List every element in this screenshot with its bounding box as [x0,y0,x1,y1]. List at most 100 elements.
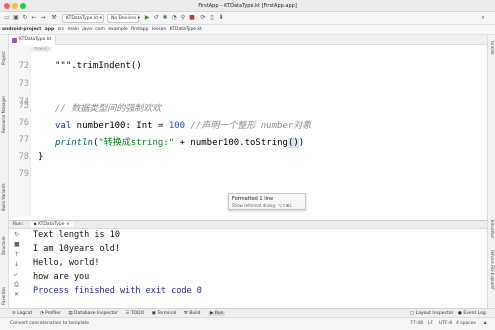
code-expression: + number100.toString [174,138,288,148]
breadcrumb-item[interactable]: lesson [152,27,166,32]
main-toolbar: ▭ ▣ ↻ ← → ⚒ KTDataType.kt ▾ No Devices ▾… [0,12,495,25]
breadcrumb-item[interactable]: KTDataType.kt [170,27,202,32]
run-config-name: KTDataType [38,222,65,227]
database-inspector-tab[interactable]: ▤ Database Inspector [68,311,118,316]
print-icon[interactable]: ⎙ [14,281,19,289]
avd-manager-icon[interactable]: ▯ [209,15,215,21]
close-window-button[interactable] [4,3,10,9]
event-log-label: Event Log [463,311,486,316]
terminal-label: Terminal [157,311,177,316]
logcat-label: Logcat [17,311,33,316]
stop-icon[interactable]: ■ [14,241,20,248]
forward-icon[interactable]: → [40,15,46,21]
code-editor[interactable]: main() 72 """.trimIndent() 73 74 75 // 数… [9,45,487,217]
code-paren-highlight: () [287,138,299,148]
left-tool-strip: Project Resource Manager Structure Build… [0,35,9,322]
gradle-sync-icon[interactable]: ⟳ [200,15,206,21]
breadcrumb-item[interactable]: firstapp [131,27,148,32]
code-operator: = [152,121,169,131]
rerun-icon[interactable]: ↻ [14,231,19,238]
breadcrumb-item[interactable]: android-project [2,27,41,32]
scroll-up-icon[interactable]: ↑ [14,251,19,258]
tooltip-hint[interactable]: Show reformat dialog: ⌥⇧⌘L [232,203,302,208]
code-line: // 数据类型间的强制欢欢 [55,101,161,114]
device-label: No Devices [111,16,137,21]
kotlin-file-icon [12,38,17,43]
breadcrumb-item[interactable]: src [58,27,65,32]
breadcrumb-item[interactable]: app [45,27,54,32]
breadcrumb-item[interactable]: example [108,27,127,32]
zoom-window-button[interactable] [20,3,26,9]
scroll-down-icon[interactable]: ↓ [14,261,19,268]
line-number: 76 [18,118,29,128]
line-number: 79 [18,169,29,179]
code-paren: ) [298,138,305,148]
logcat-tab[interactable]: ≡ Logcat [12,311,32,316]
run-label: Run: [13,222,24,227]
lock-icon[interactable]: 🔒︎ [484,318,486,329]
window-title-bar: FirstApp – KTDataType.kt [FirstApp.app] [0,0,495,12]
editor-tab-bar: KTDataType.kt [9,35,487,45]
code-text: } [38,152,44,162]
console-line: Text length is 10 [33,230,120,240]
indent-setting[interactable]: 4 spaces [456,318,476,329]
save-icon[interactable]: ▣ [13,15,19,21]
line-number: 73 [18,79,29,89]
run-tab[interactable]: ▶ Run [207,311,226,316]
run-console[interactable]: ↻ ■ ↑ ↓ ⤶ ⎙ ✕ Text length is 10 I am 10y… [9,229,487,313]
run-config-select[interactable]: KTDataType.kt ▾ [62,14,104,23]
code-line: } [38,152,43,162]
stop-icon[interactable]: ■ [189,15,195,21]
apply-changes-icon[interactable]: ↺ [153,15,159,21]
status-bar: Convert concatenation to template 77:48 … [0,317,495,330]
attach-debugger-icon[interactable]: ⚲ [180,15,186,21]
file-encoding[interactable]: UTF-8 [439,318,452,329]
back-icon[interactable]: ← [31,15,37,21]
line-separator[interactable]: LF [428,318,433,329]
line-number: 78 [18,152,29,162]
line-number: 75 [18,101,29,111]
database-inspector-label: Database Inspector [74,311,118,316]
folder-icon[interactable]: ▭ [4,15,10,21]
fold-breadcrumb[interactable]: main() [31,47,52,52]
todo-tab[interactable]: ☰ TODO [125,311,144,316]
breadcrumb: android-project app src main java com ex… [0,25,495,35]
structure-tab[interactable]: Structure [1,236,6,255]
build-variants-tab[interactable]: Build Variants [1,183,6,211]
code-number: 100 [168,121,186,131]
code-function: println [55,138,93,148]
device-file-explorer-tab[interactable]: Device File Explorer [490,250,495,290]
hammer-icon[interactable]: ⚒ [51,15,57,21]
caret-position[interactable]: 77:48 [410,318,423,329]
favorites-tab[interactable]: Favorites [1,287,6,305]
run-icon[interactable]: ▶ [144,15,150,21]
minimize-window-button[interactable] [12,3,18,9]
profile-icon[interactable]: ◔ [171,15,177,21]
profiler-tab[interactable]: ◔ Profiler [40,311,61,316]
sync-icon[interactable]: ↻ [22,15,28,21]
device-select[interactable]: No Devices ▾ [107,14,140,23]
terminal-tab[interactable]: ▣ Terminal [152,311,177,316]
tab-label: KTDataType.kt [19,37,52,42]
code-line: val number100: Int = 100 //声明一个整形 number… [55,118,311,131]
resource-manager-tab[interactable]: Resource Manager [1,96,6,133]
tooltip-title: Formatted 1 line [232,196,274,202]
todo-label: TODO [130,311,145,316]
wrap-icon[interactable]: ⤶ [14,271,17,279]
window-title: FirstApp – KTDataType.kt [FirstApp.app] [198,3,297,9]
build-tab[interactable]: ⚒ Build [184,311,201,316]
run-config-tab[interactable]: ▪ KTDataType × [30,222,73,227]
gradle-tab[interactable]: Gradle [490,41,495,54]
trash-icon[interactable]: ✕ [14,291,19,298]
project-panel-tab[interactable]: Project [1,51,6,65]
debug-icon[interactable]: ✱ [162,15,168,21]
breadcrumb-item[interactable]: java [82,27,91,32]
console-line: I am 10years old! [33,244,120,254]
search-icon[interactable]: ⌕ [480,15,486,21]
sdk-manager-icon[interactable]: ⬇ [218,15,224,21]
tab-ktdatatype[interactable]: KTDataType.kt [9,35,57,45]
line-number: 77 [18,135,29,145]
breadcrumb-item[interactable]: main [68,27,79,32]
breadcrumb-item[interactable]: com [95,27,105,32]
emulator-tab[interactable]: Emulator [490,220,495,238]
